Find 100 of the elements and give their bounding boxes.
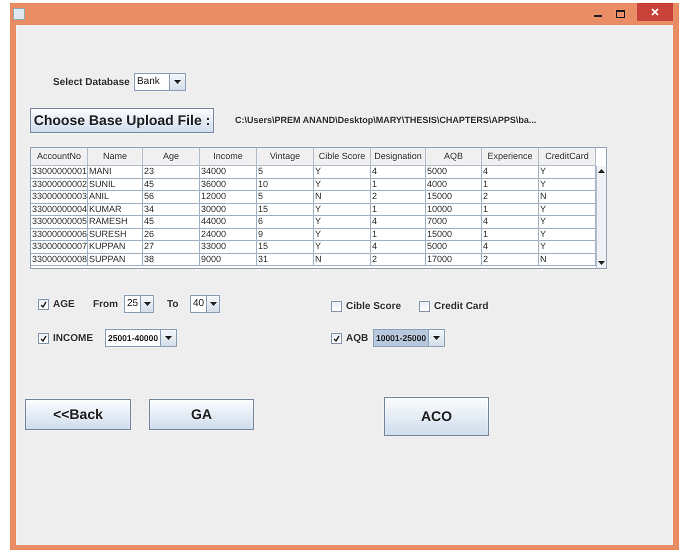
checkbox[interactable]: [38, 298, 49, 310]
dropdown[interactable]: 25001-40000: [105, 329, 177, 347]
caret-icon: [140, 296, 153, 312]
table-cell: 33000000001: [31, 166, 88, 178]
table-cell: 5000: [426, 166, 482, 178]
button[interactable]: ACO: [384, 397, 489, 436]
table-cell: KUPPAN: [88, 241, 143, 254]
checkbox-label: Cible Score: [346, 300, 402, 314]
caret-icon: [169, 74, 185, 90]
field-label: Select Database: [53, 76, 131, 90]
close-icon[interactable]: [637, 3, 673, 21]
table-cell: Y: [314, 178, 371, 191]
table-cell: 4: [482, 241, 539, 254]
column-header[interactable]: Vintage: [257, 148, 314, 166]
table-cell: 36000: [200, 178, 257, 191]
table-cell: 33000000002: [31, 178, 88, 191]
table-cell: 9000: [200, 254, 257, 266]
table-cell: 27: [143, 241, 200, 254]
table-cell: 56: [143, 191, 200, 204]
column-header[interactable]: Experience: [482, 148, 539, 166]
table-cell: SUNIL: [88, 178, 143, 191]
checkbox[interactable]: [331, 301, 342, 312]
table-cell: 1: [371, 228, 426, 241]
button[interactable]: <<Back: [25, 399, 131, 430]
column-header[interactable]: CreditCard: [539, 148, 596, 166]
column-header[interactable]: Age: [143, 148, 200, 166]
table-cell: 33000000008: [31, 254, 88, 266]
table-cell: 6: [257, 216, 314, 228]
table-cell: 1: [371, 178, 426, 191]
column-header[interactable]: Name: [88, 148, 143, 166]
table-cell: 4: [482, 216, 539, 228]
table-cell: 10000: [426, 204, 482, 216]
table-cell: N: [314, 191, 371, 204]
table-cell: Y: [314, 166, 371, 178]
table-cell: 5: [257, 191, 314, 204]
table-cell: 30000: [200, 204, 257, 216]
table-cell: 26: [143, 228, 200, 241]
table-cell: 34000: [200, 166, 257, 178]
column-header[interactable]: AccountNo: [31, 148, 88, 166]
checkbox[interactable]: [38, 332, 49, 344]
table-cell: SURESH: [88, 228, 143, 241]
table-cell: 17000: [426, 254, 482, 266]
table-cell: 15: [257, 241, 314, 254]
table-cell: 44000: [200, 216, 257, 228]
table-cell: 45: [143, 178, 200, 191]
table-cell: 34: [143, 204, 200, 216]
checkbox[interactable]: [419, 301, 430, 312]
dropdown[interactable]: Bank: [134, 73, 186, 91]
table-cell: 33000000004: [31, 204, 88, 216]
scrollbar[interactable]: [596, 166, 606, 268]
caret-icon: [206, 296, 219, 312]
table-cell: 33000000003: [31, 191, 88, 204]
table-cell: 2: [371, 191, 426, 204]
button[interactable]: Choose Base Upload File :: [30, 108, 214, 133]
table-cell: SUPPAN: [88, 254, 143, 266]
table-cell: 2: [482, 191, 539, 204]
table-cell: 33000: [200, 241, 257, 254]
scroll-down-icon[interactable]: [598, 261, 605, 265]
table-cell: 45: [143, 216, 200, 228]
table-cell: Y: [314, 204, 371, 216]
maximize-icon[interactable]: [616, 10, 625, 18]
table-cell: 4: [371, 241, 426, 254]
table-cell: 4: [482, 166, 539, 178]
caret-icon: [428, 330, 444, 346]
table-cell: 5000: [426, 241, 482, 254]
column-header[interactable]: Designation: [371, 148, 426, 166]
table-cell: RAMESH: [88, 216, 143, 228]
table-cell: 9: [257, 228, 314, 241]
file-path: C:\Users\PREM ANAND\Desktop\MARY\THESIS\CHAPTERS\APPS\ba...: [235, 114, 536, 127]
table-cell: 2: [371, 254, 426, 266]
checkbox[interactable]: [331, 332, 342, 344]
dropdown[interactable]: 40: [190, 295, 220, 313]
table-cell: 15: [257, 204, 314, 216]
table-cell: 33000000007: [31, 241, 88, 254]
scroll-up-icon[interactable]: [598, 169, 605, 173]
column-header[interactable]: Income: [200, 148, 257, 166]
column-header[interactable]: AQB: [426, 148, 482, 166]
table-cell: 23: [143, 166, 200, 178]
table-cell: 33000000006: [31, 228, 88, 241]
table-cell: 1: [371, 204, 426, 216]
table-cell: Y: [314, 216, 371, 228]
checkbox-label: INCOME: [53, 332, 93, 346]
table-cell: 1: [482, 228, 539, 241]
column-header[interactable]: Cible Score: [314, 148, 371, 166]
table-cell: 24000: [200, 228, 257, 241]
dropdown[interactable]: 10001-25000: [373, 329, 445, 347]
button[interactable]: GA: [149, 399, 254, 430]
table-cell: 5: [257, 166, 314, 178]
table-cell: ANIL: [88, 191, 143, 204]
table-cell: KUMAR: [88, 204, 143, 216]
table-cell: 2: [482, 254, 539, 266]
dropdown[interactable]: 25: [124, 295, 154, 313]
table-cell: 1: [482, 204, 539, 216]
table-cell: 4: [371, 216, 426, 228]
table-cell: 10: [257, 178, 314, 191]
table-cell: 7000: [426, 216, 482, 228]
table-cell: 33000000005: [31, 216, 88, 228]
table-cell: N: [314, 254, 371, 266]
table-cell: MANI: [88, 166, 143, 178]
table-cell: 31: [257, 254, 314, 266]
